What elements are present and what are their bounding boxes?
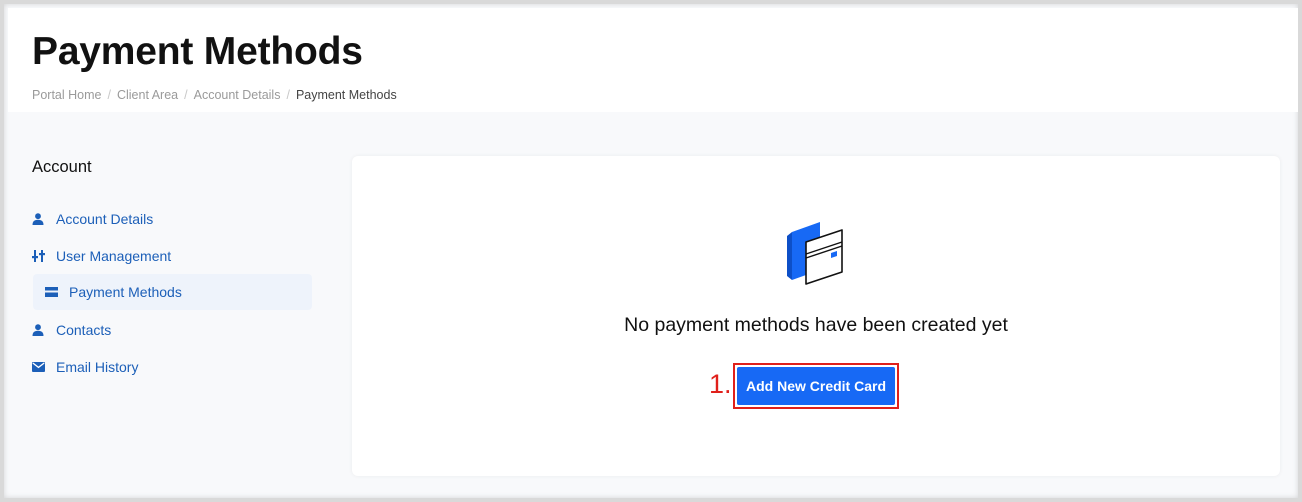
step-annotation: 1.: [709, 369, 732, 399]
breadcrumb-client-area[interactable]: Client Area: [117, 88, 178, 102]
sidebar-title: Account: [32, 158, 92, 176]
sidebar-item-label: Contacts: [56, 321, 112, 338]
sidebar-nav: Account Details User Management Payment …: [32, 200, 312, 385]
credit-card-illustration-icon: [784, 220, 848, 293]
sidebar-item-label: User Management: [56, 247, 172, 264]
sidebar-item-email-history[interactable]: Email History: [32, 348, 312, 385]
page-header: Payment Methods Portal Home / Client Are…: [8, 8, 1298, 112]
breadcrumb-separator: /: [286, 88, 290, 102]
credit-card-icon: [45, 287, 69, 297]
sidebar-item-label: Account Details: [56, 210, 154, 227]
add-button-label: Add New Credit Card: [737, 367, 895, 405]
breadcrumb-portal-home[interactable]: Portal Home: [32, 88, 101, 102]
sidebar-item-label: Payment Methods: [69, 284, 182, 300]
page-title: Payment Methods: [32, 30, 363, 73]
payment-methods-card: No payment methods have been created yet…: [352, 156, 1280, 476]
empty-state-message: No payment methods have been created yet: [624, 314, 1008, 336]
sidebar-item-account-details[interactable]: Account Details: [32, 200, 312, 237]
add-new-credit-card-button[interactable]: Add New Credit Card: [733, 363, 899, 409]
sidebar-item-contacts[interactable]: Contacts: [32, 311, 312, 348]
breadcrumb-separator: /: [184, 88, 188, 102]
breadcrumb-current: Payment Methods: [295, 88, 397, 102]
sidebar-item-user-management[interactable]: User Management: [32, 237, 312, 274]
user-icon: [32, 323, 56, 336]
sidebar-item-payment-methods[interactable]: Payment Methods: [33, 274, 312, 310]
breadcrumb-separator: /: [107, 88, 111, 102]
user-icon: [32, 212, 56, 225]
envelope-icon: [32, 361, 56, 372]
sidebar-item-label: Email History: [56, 358, 139, 375]
sliders-icon: [32, 249, 56, 262]
breadcrumb-account-details[interactable]: Account Details: [194, 88, 281, 102]
breadcrumb: Portal Home / Client Area / Account Deta…: [32, 88, 397, 102]
window-frame: Payment Methods Portal Home / Client Are…: [0, 0, 1302, 502]
